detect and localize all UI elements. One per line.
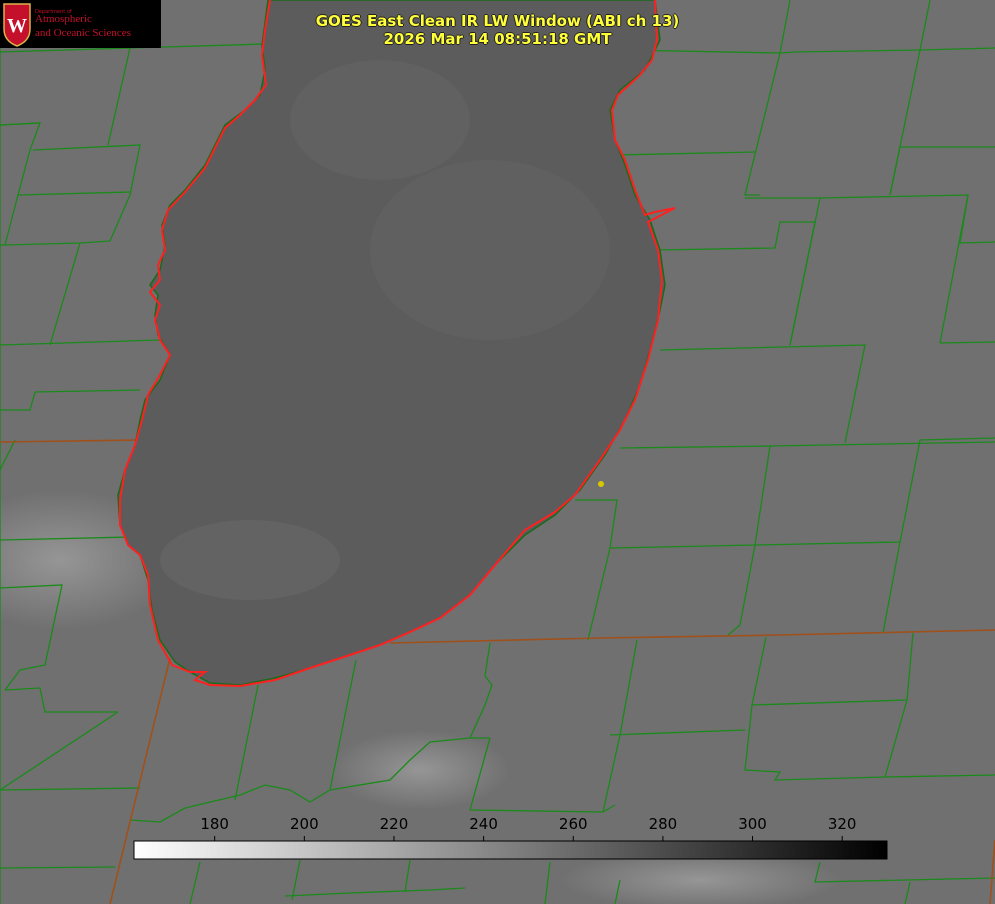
image-title: GOES East Clean IR LW Window (ABI ch 13)…: [0, 12, 995, 48]
colorbar-tick-label: 320: [827, 815, 857, 833]
lake-texture: [160, 520, 340, 600]
title-line-2: 2026 Mar 14 08:51:18 GMT: [383, 30, 612, 48]
colorbar-tick-label: 180: [200, 815, 229, 833]
satellite-map: W: [0, 0, 995, 904]
location-marker-icon: [598, 481, 604, 487]
colorbar-gradient: [133, 840, 888, 860]
colorbar-tick-label: 200: [289, 815, 319, 833]
colorbar-tick-label: 300: [738, 815, 767, 833]
lake-texture: [290, 60, 470, 180]
colorbar-tick-label: 260: [558, 815, 588, 833]
lake-texture: [370, 160, 610, 340]
title-line-1: GOES East Clean IR LW Window (ABI ch 13): [315, 12, 680, 30]
cloud-patch: [330, 730, 510, 810]
colorbar-tick-label: 240: [469, 815, 498, 833]
colorbar-tick-label: 280: [648, 815, 678, 833]
colorbar-tick-label: 220: [379, 815, 409, 833]
